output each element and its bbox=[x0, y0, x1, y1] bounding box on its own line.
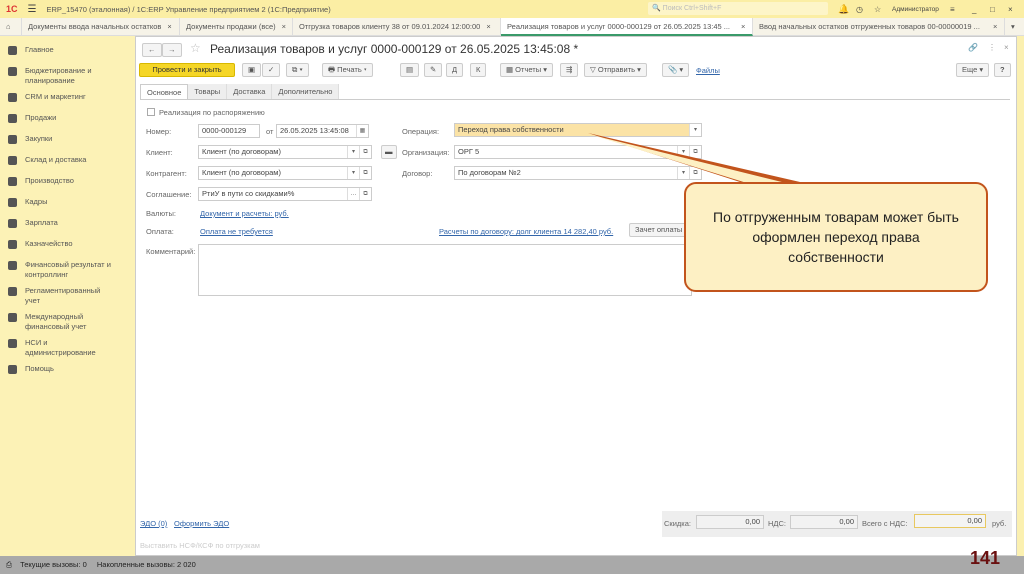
status-bar: ⎙ Текущие вызовы: 0 Накопленные вызовы: … bbox=[0, 556, 1024, 574]
page-number: 141 bbox=[969, 548, 1000, 568]
status-icon: ⎙ bbox=[6, 560, 12, 569]
callout-annotation: По отгруженным товарам может быть оформл… bbox=[684, 182, 988, 292]
accumulated-calls: Накопленные вызовы: 2 020 bbox=[96, 560, 196, 569]
current-calls: Текущие вызовы: 0 bbox=[20, 560, 87, 569]
